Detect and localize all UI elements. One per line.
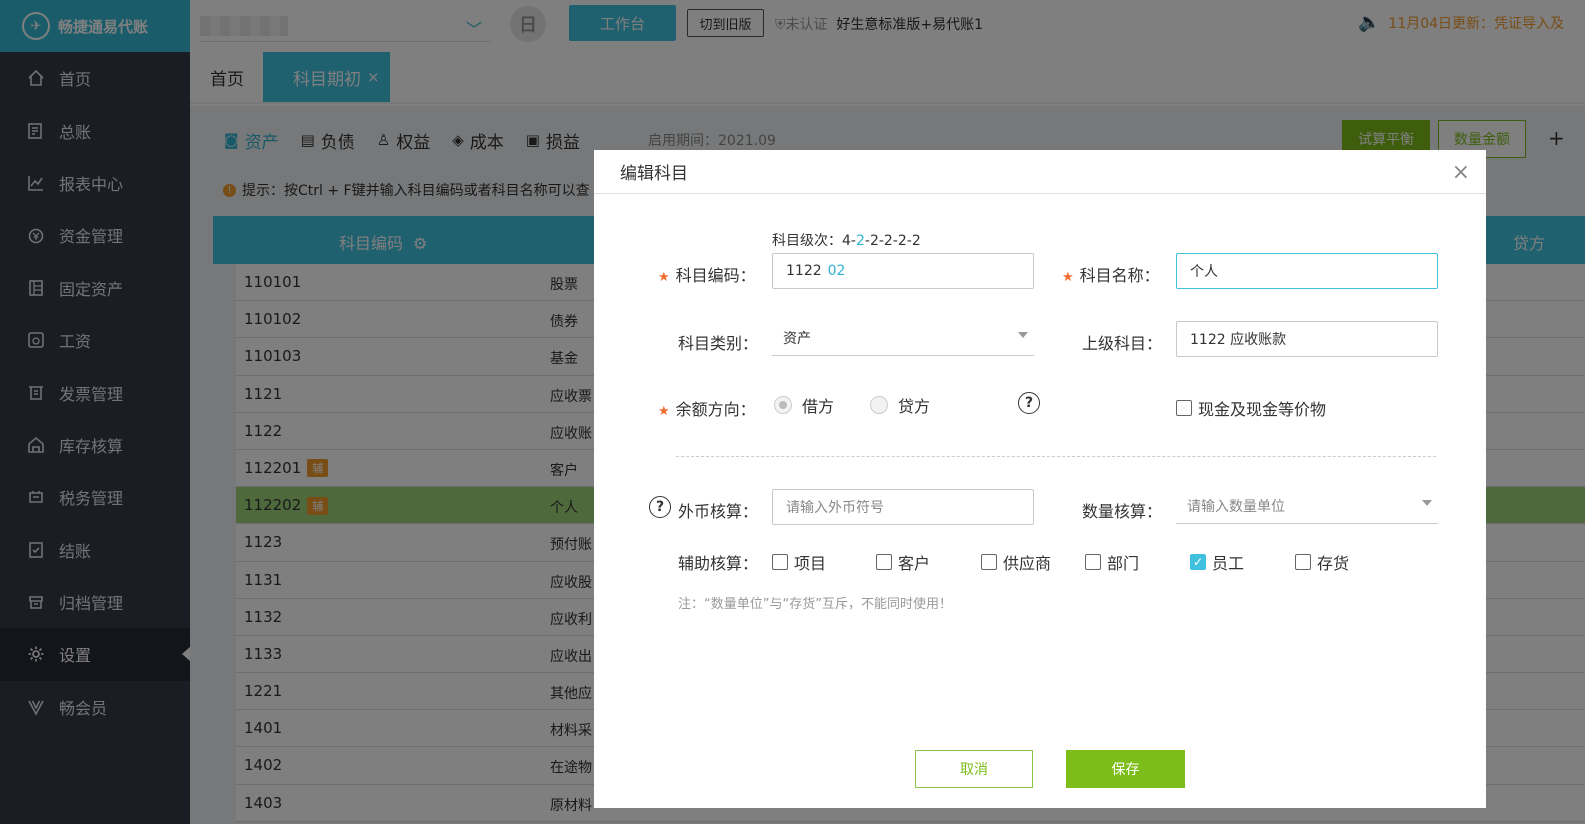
account-name-input[interactable]: 个人 — [1176, 253, 1438, 289]
level-part-highlight: 2 — [855, 233, 865, 249]
aux-employee-checkbox[interactable]: ✓ 员工 — [1190, 550, 1244, 574]
dropdown-arrow-icon — [1422, 500, 1432, 506]
aux-accounting-label: 辅助核算： — [678, 554, 759, 573]
parent-account-label: 上级科目： — [1082, 334, 1163, 353]
required-star-icon: ★ — [1062, 270, 1074, 285]
dropdown-arrow-icon — [1018, 332, 1028, 338]
aux-label: 员工 — [1212, 554, 1245, 573]
dialog-title: 编辑科目 — [620, 164, 688, 184]
help-icon[interactable]: ? — [649, 496, 671, 518]
debit-label: 借方 — [802, 397, 835, 416]
mutual-exclusion-note: 注：“数量单位”与“存货”互斥，不能同时使用！ — [678, 597, 952, 612]
level-label: 科目级次： — [772, 233, 842, 249]
account-code-input[interactable]: 1122 02 — [772, 253, 1034, 289]
radio-icon — [870, 396, 888, 414]
radio-icon — [774, 396, 792, 414]
credit-label: 贷方 — [898, 397, 931, 416]
aux-project-checkbox[interactable]: 项目 — [772, 550, 826, 574]
aux-label: 部门 — [1107, 554, 1140, 573]
checkbox-icon — [1085, 554, 1101, 570]
aux-department-checkbox[interactable]: 部门 — [1085, 550, 1139, 574]
category-value: 资产 — [783, 330, 811, 347]
aux-label: 客户 — [898, 554, 931, 573]
checkbox-icon — [772, 554, 788, 570]
close-icon[interactable]: × — [1452, 160, 1470, 185]
parent-account-input[interactable]: 1122 应收账款 — [1176, 321, 1438, 357]
quantity-unit-select[interactable]: 请输入数量单位 — [1176, 488, 1438, 524]
foreign-currency-input[interactable]: 请输入外币符号 — [772, 489, 1034, 525]
label-text: 科目编码： — [675, 266, 756, 285]
account-category-label: 科目类别： — [678, 334, 759, 353]
checkbox-checked-icon: ✓ — [1190, 554, 1206, 570]
aux-label: 存货 — [1317, 554, 1350, 573]
account-category-select[interactable]: 资产 — [772, 320, 1034, 356]
aux-supplier-checkbox[interactable]: 供应商 — [981, 550, 1051, 574]
aux-label: 项目 — [794, 554, 827, 573]
required-star-icon: ★ — [658, 270, 670, 285]
checkbox-icon — [1295, 554, 1311, 570]
aux-customer-checkbox[interactable]: 客户 — [876, 550, 930, 574]
account-code-label: ★ 科目编码： — [658, 262, 756, 286]
required-star-icon: ★ — [658, 404, 670, 419]
cash-equivalent-checkbox[interactable]: 现金及现金等价物 — [1176, 396, 1326, 420]
debit-radio[interactable]: 借方 — [774, 393, 834, 417]
foreign-currency-label: 外币核算： — [678, 502, 759, 521]
help-icon[interactable]: ? — [1018, 392, 1040, 414]
cancel-button[interactable]: 取消 — [915, 750, 1033, 788]
level-part-a: 4- — [842, 233, 856, 249]
edit-account-dialog: 编辑科目 × 科目级次：4-2-2-2-2-2 ★ 科目编码： 1122 02 ★ 科… — [594, 150, 1486, 808]
account-name-label: ★ 科目名称： — [1062, 262, 1160, 286]
checkbox-icon — [876, 554, 892, 570]
level-part-c: -2-2-2-2 — [864, 233, 921, 249]
label-text: 科目名称： — [1079, 266, 1160, 285]
account-level-hint: 科目级次：4-2-2-2-2-2 — [772, 230, 921, 250]
balance-direction-label: ★ 余额方向： — [658, 396, 756, 420]
quantity-accounting-label: 数量核算： — [1082, 502, 1163, 521]
cash-equiv-label: 现金及现金等价物 — [1198, 400, 1327, 419]
save-button[interactable]: 保存 — [1066, 750, 1185, 788]
checkbox-icon — [981, 554, 997, 570]
section-divider — [676, 456, 1436, 457]
credit-radio[interactable]: 贷方 — [870, 393, 930, 417]
code-prefix: 1122 — [786, 263, 822, 279]
label-text: 余额方向： — [675, 400, 756, 419]
aux-label: 供应商 — [1003, 554, 1052, 573]
code-suffix: 02 — [827, 263, 846, 279]
aux-inventory-checkbox[interactable]: 存货 — [1295, 550, 1349, 574]
dialog-header: 编辑科目 × — [594, 150, 1486, 194]
checkbox-icon — [1176, 400, 1192, 416]
qty-placeholder: 请输入数量单位 — [1187, 498, 1285, 515]
